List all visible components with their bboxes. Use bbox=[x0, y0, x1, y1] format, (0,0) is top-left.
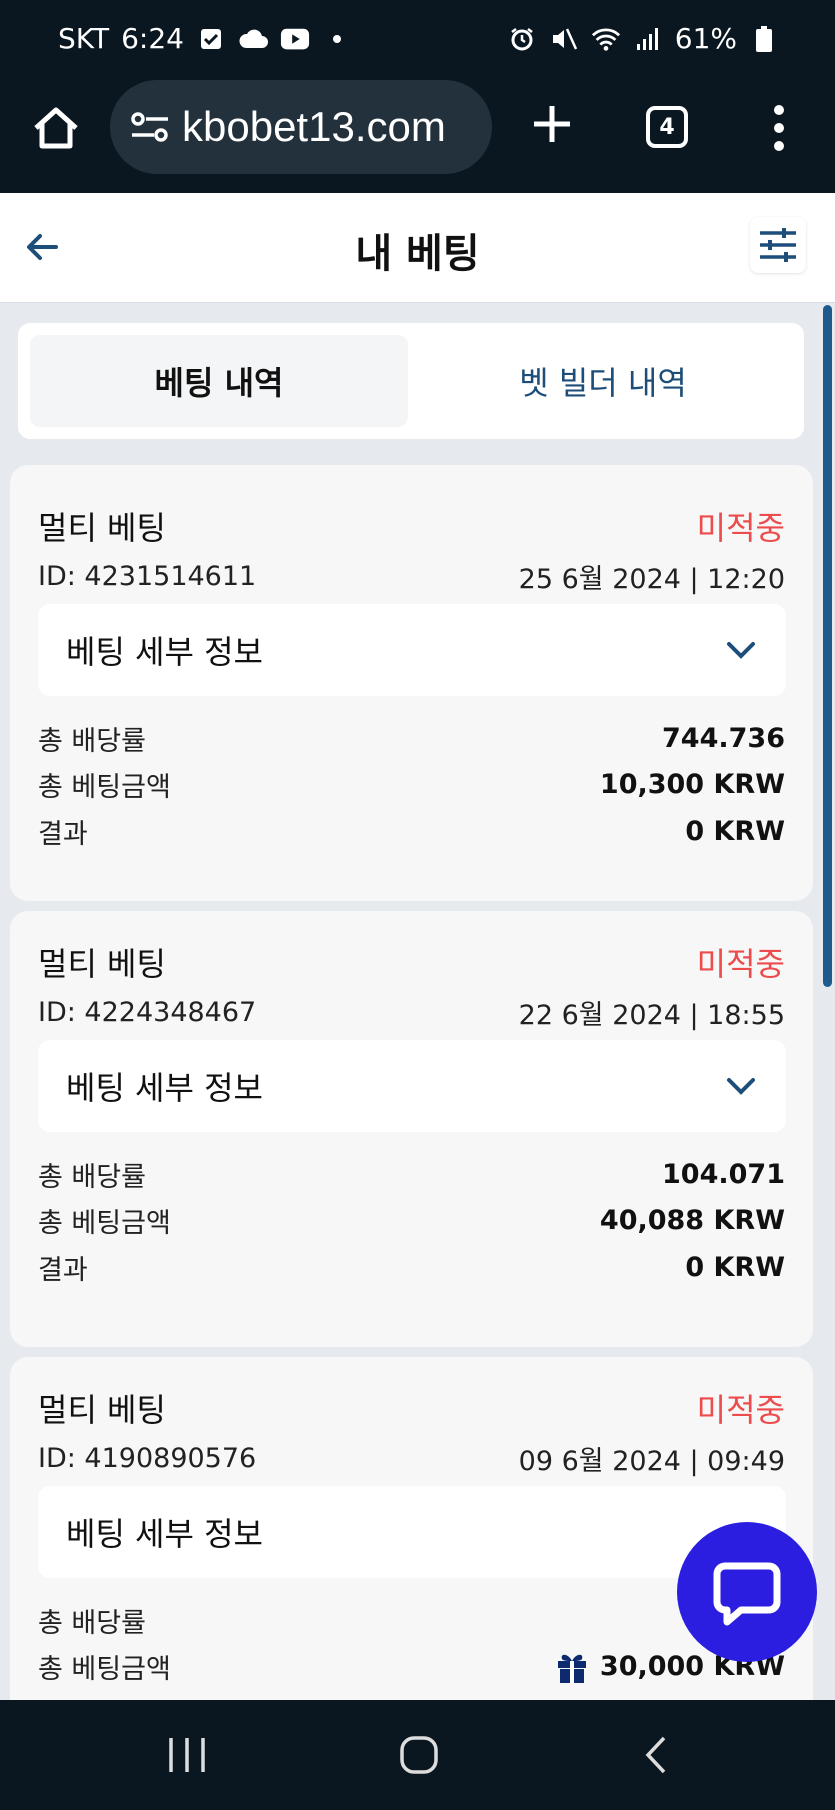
battery-icon bbox=[749, 24, 779, 54]
home-circle-icon bbox=[400, 1736, 438, 1774]
sliders-icon bbox=[760, 228, 796, 262]
carrier-label: SKT bbox=[58, 22, 110, 55]
result-label: 결과 bbox=[38, 1255, 88, 1286]
chevron-left-icon bbox=[645, 1736, 666, 1774]
plus-icon bbox=[534, 106, 570, 142]
bet-status: 미적중 bbox=[696, 945, 785, 983]
result-value: 0 KRW bbox=[685, 816, 785, 847]
more-vertical-icon bbox=[774, 105, 784, 151]
bet-details-toggle[interactable]: 베팅 세부 정보 bbox=[38, 604, 786, 696]
total-stake-value: 40,088 KRW bbox=[599, 1205, 785, 1236]
total-stake-label: 총 베팅금액 bbox=[38, 772, 171, 803]
total-odds-value: 744.736 bbox=[662, 723, 785, 754]
tab-bet-builder-history[interactable]: 벳 빌더 내역 bbox=[414, 335, 792, 427]
dot-icon bbox=[322, 24, 352, 54]
result-label: 결과 bbox=[38, 819, 88, 850]
home-icon bbox=[34, 107, 78, 149]
details-label: 베팅 세부 정보 bbox=[66, 633, 263, 671]
battery-percent: 61% bbox=[674, 22, 737, 55]
total-odds-label: 총 배당률 bbox=[38, 1162, 146, 1193]
chevron-down-icon bbox=[727, 642, 755, 659]
bet-status: 미적중 bbox=[696, 509, 785, 547]
chat-bubble-icon bbox=[713, 1562, 781, 1626]
total-odds-label: 총 배당률 bbox=[38, 726, 146, 757]
status-right: 61% bbox=[507, 22, 779, 55]
bet-type: 멀티 베팅 bbox=[38, 509, 166, 547]
browser-menu-button[interactable] bbox=[766, 102, 792, 154]
bet-card: 멀티 베팅 미적중 ID: 4224348467 22 6월 2024 | 18… bbox=[10, 911, 813, 1347]
url-text: kbobet13.com bbox=[182, 103, 446, 150]
bet-card: 멀티 베팅 미적중 ID: 4190890576 09 6월 2024 | 09… bbox=[10, 1357, 813, 1700]
bet-list: 멀티 베팅 미적중 ID: 4231514611 25 6월 2024 | 12… bbox=[0, 455, 835, 1700]
address-bar[interactable]: kbobet13.com bbox=[110, 80, 492, 174]
result-value: 0 KRW bbox=[685, 1252, 785, 1283]
home-nav-button[interactable] bbox=[394, 1730, 444, 1780]
bet-details-toggle[interactable]: 베팅 세부 정보 bbox=[38, 1486, 786, 1578]
bet-details-toggle[interactable]: 베팅 세부 정보 bbox=[38, 1040, 786, 1132]
total-odds-value: 104.071 bbox=[662, 1159, 785, 1190]
status-left: SKT 6:24 bbox=[58, 22, 352, 55]
total-stake-value: 10,300 KRW bbox=[599, 769, 785, 800]
clock: 6:24 bbox=[121, 22, 184, 55]
alarm-icon bbox=[507, 24, 537, 54]
home-button[interactable] bbox=[30, 102, 82, 154]
youtube-icon bbox=[280, 24, 310, 54]
bet-id: ID: 4190890576 bbox=[38, 1443, 257, 1474]
details-label: 베팅 세부 정보 bbox=[66, 1069, 263, 1107]
wifi-icon bbox=[591, 24, 621, 54]
browser-toolbar: kbobet13.com 4 bbox=[0, 80, 835, 193]
bet-type: 멀티 베팅 bbox=[38, 945, 166, 983]
bet-date: 22 6월 2024 | 18:55 bbox=[518, 1000, 785, 1031]
bet-id: ID: 4224348467 bbox=[38, 997, 257, 1028]
gift-icon bbox=[557, 1654, 586, 1683]
new-tab-button[interactable] bbox=[530, 102, 574, 146]
page-header: 내 베팅 bbox=[0, 193, 835, 303]
bet-date: 25 6월 2024 | 12:20 bbox=[518, 564, 785, 595]
cloud-icon bbox=[238, 24, 268, 54]
total-stake-label: 총 베팅금액 bbox=[38, 1654, 171, 1685]
total-stake-label: 총 베팅금액 bbox=[38, 1208, 171, 1239]
bet-date: 09 6월 2024 | 09:49 bbox=[518, 1446, 785, 1477]
bet-card: 멀티 베팅 미적중 ID: 4231514611 25 6월 2024 | 12… bbox=[10, 465, 813, 901]
signal-icon bbox=[633, 24, 663, 54]
total-odds-label: 총 배당률 bbox=[38, 1608, 146, 1639]
back-nav-button[interactable] bbox=[632, 1730, 682, 1780]
recent-apps-icon bbox=[169, 1738, 205, 1772]
recent-apps-button[interactable] bbox=[162, 1730, 212, 1780]
bet-type: 멀티 베팅 bbox=[38, 1391, 166, 1429]
history-tab-bar: 베팅 내역 벳 빌더 내역 bbox=[18, 323, 804, 439]
bet-id: ID: 4231514611 bbox=[38, 561, 257, 592]
bet-status: 미적중 bbox=[696, 1391, 785, 1429]
check-notification-icon bbox=[196, 24, 226, 54]
tune-icon[interactable] bbox=[130, 111, 170, 143]
tab-bet-history[interactable]: 베팅 내역 bbox=[30, 335, 408, 427]
chevron-down-icon bbox=[727, 1078, 755, 1095]
mute-icon bbox=[549, 24, 579, 54]
live-chat-button[interactable] bbox=[677, 1522, 817, 1662]
filter-button[interactable] bbox=[750, 217, 806, 273]
details-label: 베팅 세부 정보 bbox=[66, 1515, 263, 1553]
system-nav-bar bbox=[0, 1700, 835, 1810]
page-title: 내 베팅 bbox=[355, 231, 480, 277]
status-bar: SKT 6:24 61% bbox=[0, 0, 835, 80]
tab-switcher-button[interactable]: 4 bbox=[646, 106, 688, 148]
